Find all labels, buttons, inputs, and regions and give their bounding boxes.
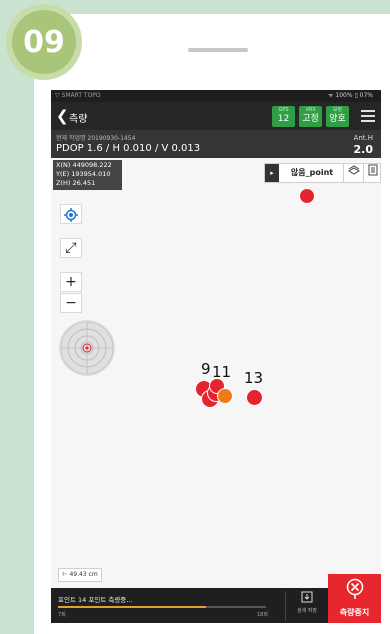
phone-screen: ▽ SMART TOPO ᯤ 100% ▯ 07% ❮ 측량 GPS 12 VR… <box>51 90 381 623</box>
save-grid-button[interactable]: 검색 저장 <box>285 591 328 621</box>
correction-chip[interactable]: 보정 양호 <box>326 106 349 127</box>
phone-speaker <box>188 48 248 52</box>
step-badge: 09 <box>6 4 82 80</box>
coord-y: Y(E) 193954.010 <box>56 170 111 178</box>
work-name: 현재 작업명 20190930-1454 <box>56 135 136 142</box>
vrs-chip[interactable]: VRS 고정 <box>299 106 322 127</box>
correction-chip-value: 양호 <box>329 114 346 124</box>
vrs-chip-label: VRS <box>305 107 316 113</box>
current-position-marker[interactable] <box>217 388 233 404</box>
map-view[interactable]: X(N) 449098.222 Y(E) 193954.010 Z(H) 26.… <box>51 158 381 588</box>
vrs-chip-value: 고정 <box>302 114 319 124</box>
list-icon[interactable] <box>364 164 381 182</box>
zoom-out-button[interactable]: − <box>60 293 82 313</box>
antenna-height-label: Ant.H <box>353 134 373 142</box>
hamburger-menu-icon[interactable] <box>361 110 375 125</box>
point-label: 11 <box>212 363 232 381</box>
correction-chip-label: 보정 <box>332 107 343 113</box>
stop-survey-label: 측량중지 <box>339 608 370 617</box>
plus-icon: + <box>65 274 77 290</box>
progress-end-label: 18회 <box>257 612 268 618</box>
zoom-in-button[interactable]: + <box>60 272 82 292</box>
expand-icon: ⤢ <box>65 240 77 256</box>
point-selector[interactable]: ▸ 않음_point <box>264 163 381 183</box>
save-grid-label: 검색 저장 <box>297 608 317 614</box>
progress-fill <box>58 606 206 608</box>
coordinate-readout: X(N) 449098.222 Y(E) 193954.010 Z(H) 26.… <box>53 160 122 190</box>
expand-arrow-icon[interactable]: ▸ <box>265 164 279 182</box>
divider <box>343 164 344 182</box>
status-bar: ▽ SMART TOPO ᯤ 100% ▯ 07% <box>51 90 381 102</box>
stop-survey-button[interactable]: 측량중지 <box>328 574 381 623</box>
stop-marker-icon <box>328 578 381 607</box>
status-indicators: ᯤ 100% ▯ 07% <box>328 92 373 99</box>
point-label: 9 <box>201 360 211 378</box>
gps-chip[interactable]: GPS 12 <box>272 106 295 127</box>
target-point-marker[interactable] <box>299 188 315 204</box>
download-icon <box>286 591 328 607</box>
app-bar: ❮ 측량 GPS 12 VRS 고정 보정 양호 <box>51 102 381 130</box>
precision-target-widget <box>59 320 115 376</box>
gps-chip-label: GPS <box>278 107 289 113</box>
coord-z: Z(H) 26.451 <box>56 179 96 187</box>
progress-start-label: 7회 <box>58 612 66 618</box>
locate-button[interactable] <box>60 204 82 224</box>
gps-chip-value: 12 <box>277 114 290 124</box>
point-name[interactable]: 않음_point <box>281 164 343 182</box>
fit-extent-button[interactable]: ⤢ <box>60 238 82 258</box>
status-app-name: ▽ SMART TOPO <box>55 92 101 99</box>
precision-values: PDOP 1.6 / H 0.010 / V 0.013 <box>56 143 201 154</box>
back-arrow-icon[interactable]: ❮ <box>56 107 69 125</box>
page-title: 측량 <box>69 114 88 125</box>
minus-icon: − <box>65 295 77 311</box>
point-label: 13 <box>244 369 264 387</box>
measurement-bar: 포인트 14 포인트 측량중... 7회 18회 검색 저장 측량중지 <box>51 574 381 623</box>
progress-track <box>58 606 266 608</box>
progress-status: 포인트 14 포인트 측량중... <box>58 596 133 604</box>
scale-bar: ⊢ 49.43 cm <box>58 568 102 582</box>
coord-x: X(N) 449098.222 <box>56 161 112 169</box>
layers-icon[interactable] <box>345 164 363 182</box>
antenna-height-value[interactable]: 2.0 <box>354 143 374 156</box>
precision-bar: 현재 작업명 20190930-1454 PDOP 1.6 / H 0.010 … <box>51 130 381 158</box>
survey-point-marker[interactable] <box>246 389 263 406</box>
